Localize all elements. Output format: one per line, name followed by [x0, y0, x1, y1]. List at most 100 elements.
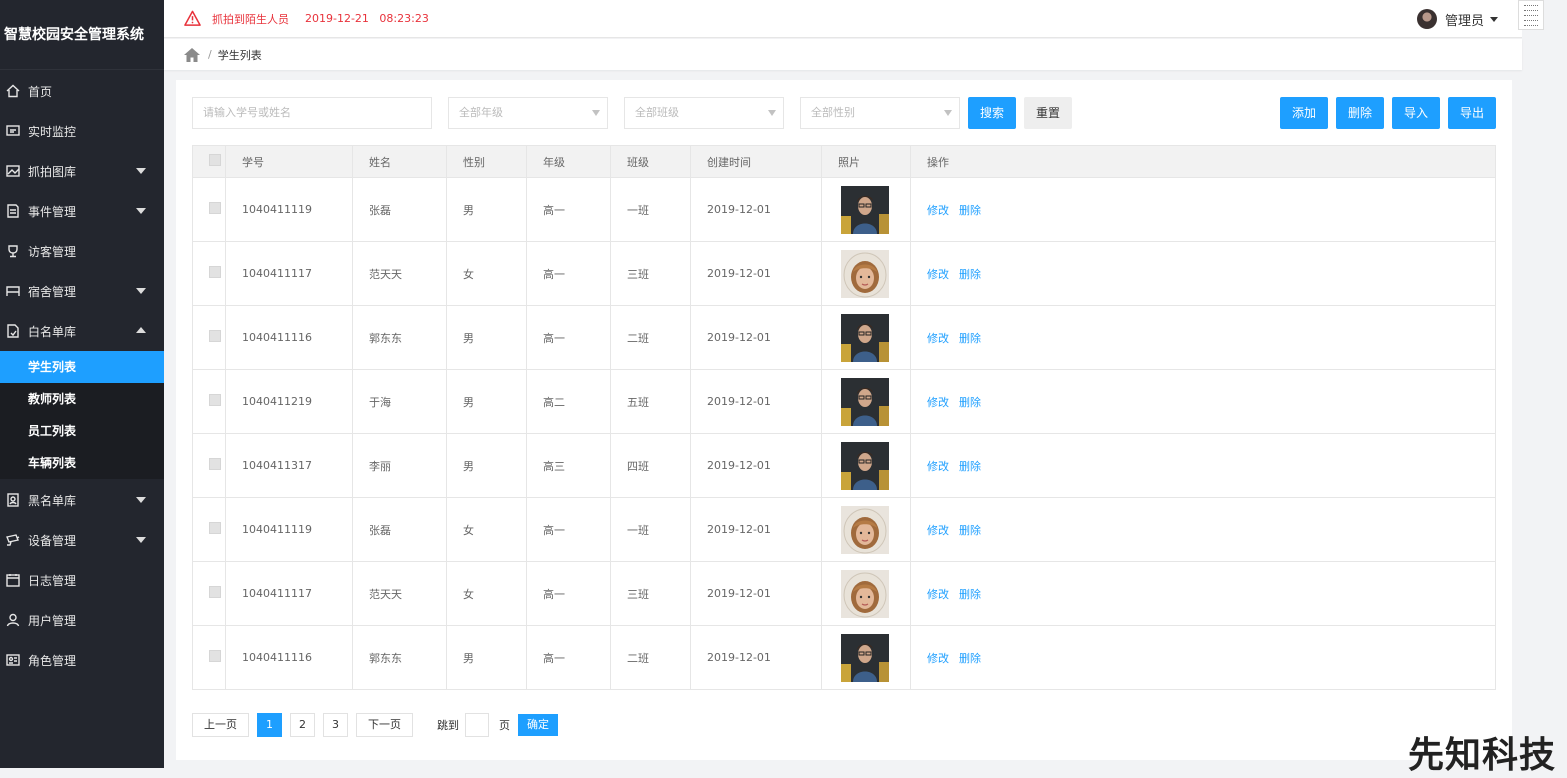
- student-gender: 男: [446, 625, 527, 690]
- export-button[interactable]: 导出: [1448, 97, 1496, 129]
- sidebar-item-gallery[interactable]: 抓拍图库: [0, 151, 164, 191]
- page-button[interactable]: 3: [323, 713, 348, 737]
- edit-link[interactable]: 修改: [927, 652, 949, 665]
- student-class: 一班: [610, 177, 691, 242]
- delete-link[interactable]: 删除: [959, 204, 981, 217]
- row-select-cell[interactable]: [192, 305, 226, 370]
- row-checkbox[interactable]: [209, 202, 221, 214]
- breadcrumb-separator: /: [208, 48, 212, 61]
- home-icon[interactable]: [184, 47, 200, 62]
- sidebar-item-logs[interactable]: 日志管理: [0, 560, 164, 600]
- chevron-down-icon: [136, 497, 146, 503]
- student-class: 三班: [610, 561, 691, 626]
- prev-page-button[interactable]: 上一页: [192, 713, 249, 737]
- import-button[interactable]: 导入: [1392, 97, 1440, 129]
- sidebar-item-label: 抓拍图库: [28, 164, 77, 179]
- sidebar-item-roles[interactable]: 角色管理: [0, 640, 164, 680]
- sidebar-item-events[interactable]: 事件管理: [0, 191, 164, 231]
- row-select-cell[interactable]: [192, 625, 226, 690]
- delete-link[interactable]: 删除: [959, 588, 981, 601]
- student-class: 一班: [610, 497, 691, 562]
- row-checkbox[interactable]: [209, 394, 221, 406]
- warning-icon: [184, 10, 201, 26]
- row-select-cell[interactable]: [192, 561, 226, 626]
- row-checkbox[interactable]: [209, 586, 221, 598]
- user-name: 管理员: [1444, 13, 1484, 29]
- add-button[interactable]: 添加: [1280, 97, 1328, 129]
- student-photo: [841, 249, 889, 298]
- sidebar-item-home[interactable]: 首页: [0, 71, 164, 111]
- edit-link[interactable]: 修改: [927, 460, 949, 473]
- sidebar-item-monitor[interactable]: 实时监控: [0, 111, 164, 151]
- qr-code-icon[interactable]: [1518, 0, 1544, 30]
- row-checkbox[interactable]: [209, 266, 221, 278]
- edit-link[interactable]: 修改: [927, 524, 949, 537]
- student-id: 1040411119: [225, 497, 353, 562]
- sidebar-item-dorms[interactable]: 宿舍管理: [0, 271, 164, 311]
- next-page-button[interactable]: 下一页: [356, 713, 413, 737]
- jump-page-input[interactable]: [465, 713, 489, 737]
- submenu-item-students[interactable]: 学生列表: [0, 351, 164, 383]
- row-actions: 修改 删除: [910, 561, 1496, 626]
- edit-link[interactable]: 修改: [927, 396, 949, 409]
- sidebar-item-label: 用户管理: [28, 613, 77, 628]
- edit-link[interactable]: 修改: [927, 268, 949, 281]
- class-select[interactable]: 全部班级: [624, 97, 784, 129]
- delete-link[interactable]: 删除: [959, 652, 981, 665]
- sidebar-item-visitors[interactable]: 访客管理: [0, 231, 164, 271]
- student-photo: [841, 633, 889, 682]
- photo-cell: [821, 561, 911, 626]
- chevron-down-icon: [136, 537, 146, 543]
- table-row: 1040411119 张磊男高一 一班 2019-12-01 修改 删除: [192, 177, 1496, 242]
- sidebar-item-label: 黑名单库: [28, 493, 77, 508]
- row-checkbox[interactable]: [209, 650, 221, 662]
- select-all-cell[interactable]: [192, 145, 226, 178]
- sidebar-item-blacklist[interactable]: 黑名单库: [0, 480, 164, 520]
- select-all-checkbox[interactable]: [209, 154, 221, 166]
- row-checkbox[interactable]: [209, 522, 221, 534]
- delete-link[interactable]: 删除: [959, 268, 981, 281]
- search-button[interactable]: 搜索: [968, 97, 1016, 129]
- row-actions: 修改 删除: [910, 305, 1496, 370]
- bed-icon: [6, 284, 20, 298]
- page-button[interactable]: 1: [257, 713, 282, 737]
- submenu-item-teachers[interactable]: 教师列表: [0, 383, 164, 415]
- edit-link[interactable]: 修改: [927, 332, 949, 345]
- table-row: 1040411317 李丽男高三 四班 2019-12-01 修改 删除: [192, 433, 1496, 498]
- delete-link[interactable]: 删除: [959, 396, 981, 409]
- chevron-up-icon: [136, 327, 146, 333]
- submenu-item-staff[interactable]: 员工列表: [0, 415, 164, 447]
- sidebar-item-whitelist[interactable]: 白名单库: [0, 311, 164, 351]
- grade-select[interactable]: 全部年级: [448, 97, 608, 129]
- monitor-icon: [6, 124, 20, 138]
- reset-button[interactable]: 重置: [1024, 97, 1072, 129]
- sidebar-item-label: 白名单库: [28, 324, 77, 339]
- row-select-cell[interactable]: [192, 433, 226, 498]
- row-checkbox[interactable]: [209, 330, 221, 342]
- user-menu[interactable]: 管理员: [1416, 9, 1498, 29]
- sidebar-item-devices[interactable]: 设备管理: [0, 520, 164, 560]
- row-select-cell[interactable]: [192, 241, 226, 306]
- stranger-alert[interactable]: 抓拍到陌生人员 2019-12-21 08:23:23: [184, 10, 429, 27]
- delete-link[interactable]: 删除: [959, 332, 981, 345]
- edit-link[interactable]: 修改: [927, 204, 949, 217]
- delete-button[interactable]: 删除: [1336, 97, 1384, 129]
- delete-link[interactable]: 删除: [959, 524, 981, 537]
- sidebar-item-users[interactable]: 用户管理: [0, 600, 164, 640]
- table-row: 1040411219 于海男高二 五班 2019-12-01 修改 删除: [192, 369, 1496, 434]
- row-select-cell[interactable]: [192, 497, 226, 562]
- created-time: 2019-12-01: [690, 561, 822, 626]
- user-icon: [6, 613, 20, 627]
- sidebar-item-label: 首页: [28, 84, 53, 99]
- search-input[interactable]: 请输入学号或姓名: [192, 97, 432, 129]
- submenu-item-vehicles[interactable]: 车辆列表: [0, 447, 164, 479]
- page-button[interactable]: 2: [290, 713, 315, 737]
- student-class: 二班: [610, 625, 691, 690]
- row-checkbox[interactable]: [209, 458, 221, 470]
- row-select-cell[interactable]: [192, 177, 226, 242]
- gender-select[interactable]: 全部性别: [800, 97, 960, 129]
- delete-link[interactable]: 删除: [959, 460, 981, 473]
- jump-confirm-button[interactable]: 确定: [518, 714, 558, 736]
- row-select-cell[interactable]: [192, 369, 226, 434]
- edit-link[interactable]: 修改: [927, 588, 949, 601]
